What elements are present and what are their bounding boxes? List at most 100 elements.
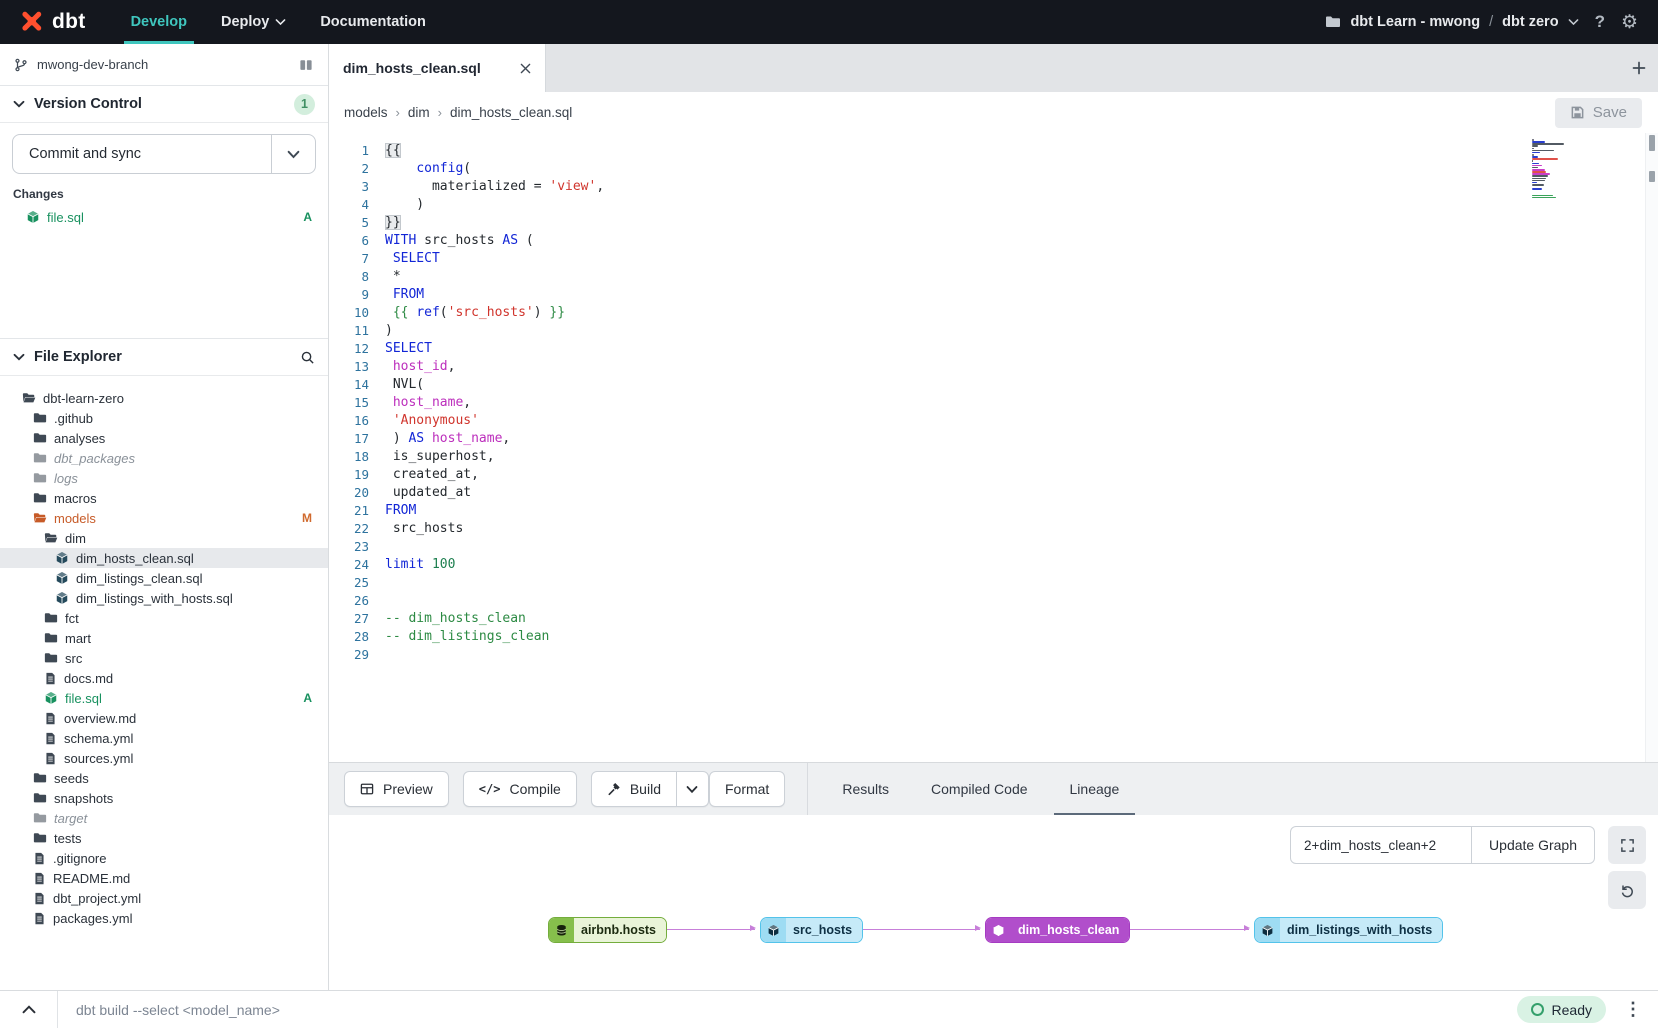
chevron-up-icon[interactable]: [0, 991, 58, 1028]
tab-compiled-code[interactable]: Compiled Code: [929, 763, 1030, 816]
docs-panes-icon[interactable]: [298, 58, 314, 72]
tree-item[interactable]: sources.yml: [0, 748, 328, 768]
code-line[interactable]: 16 'Anonymous': [333, 411, 1658, 429]
code-line[interactable]: 1{{: [333, 141, 1658, 159]
kebab-menu-icon[interactable]: ⋮: [1624, 999, 1642, 1020]
breadcrumb-dim[interactable]: dim: [408, 105, 430, 120]
code-line[interactable]: 2 config(: [333, 159, 1658, 177]
account-selector[interactable]: dbt Learn - mwong / dbt zero: [1325, 14, 1578, 30]
tree-item[interactable]: dbt_packages: [0, 448, 328, 468]
tree-item[interactable]: file.sqlA: [0, 688, 328, 708]
breadcrumb-file[interactable]: dim_hosts_clean.sql: [450, 105, 572, 120]
code-line[interactable]: 24limit 100: [333, 555, 1658, 573]
code-line[interactable]: 19 created_at,: [333, 465, 1658, 483]
commit-options-chevron[interactable]: [271, 135, 315, 173]
breadcrumb-models[interactable]: models: [344, 105, 388, 120]
compile-button[interactable]: </> Compile: [463, 771, 577, 807]
lineage-node[interactable]: dim_hosts_clean: [985, 917, 1130, 943]
tree-item[interactable]: dim_listings_clean.sql: [0, 568, 328, 588]
tree-item[interactable]: src: [0, 648, 328, 668]
nav-documentation[interactable]: Documentation: [303, 0, 443, 44]
tree-item[interactable]: README.md: [0, 868, 328, 888]
tab-dim-hosts-clean[interactable]: dim_hosts_clean.sql: [329, 44, 546, 92]
tree-item[interactable]: schema.yml: [0, 728, 328, 748]
tree-item[interactable]: dim_listings_with_hosts.sql: [0, 588, 328, 608]
nav-develop[interactable]: Develop: [114, 0, 204, 44]
code-line[interactable]: 15 host_name,: [333, 393, 1658, 411]
preview-button[interactable]: Preview: [344, 771, 449, 807]
tree-item[interactable]: analyses: [0, 428, 328, 448]
tree-item[interactable]: seeds: [0, 768, 328, 788]
format-button[interactable]: Format: [709, 771, 785, 807]
code-line[interactable]: 28-- dim_listings_clean: [333, 627, 1658, 645]
status-text: Ready: [1552, 1002, 1592, 1018]
code-line[interactable]: 22 src_hosts: [333, 519, 1658, 537]
code-line[interactable]: 8 *: [333, 267, 1658, 285]
command-input[interactable]: [58, 991, 1517, 1028]
minimap[interactable]: [1532, 139, 1590, 201]
tree-item[interactable]: dim: [0, 528, 328, 548]
tree-item[interactable]: packages.yml: [0, 908, 328, 928]
tree-item[interactable]: target: [0, 808, 328, 828]
code-line[interactable]: 11): [333, 321, 1658, 339]
lineage-node[interactable]: src_hosts: [760, 917, 863, 943]
lineage-node[interactable]: airbnb.hosts: [548, 917, 667, 943]
code-line[interactable]: 21FROM: [333, 501, 1658, 519]
commit-and-sync-button[interactable]: Commit and sync: [12, 134, 316, 174]
code-line[interactable]: 7 SELECT: [333, 249, 1658, 267]
code-line[interactable]: 23: [333, 537, 1658, 555]
code-line[interactable]: 18 is_superhost,: [333, 447, 1658, 465]
code-line[interactable]: 26: [333, 591, 1658, 609]
tree-item[interactable]: dbt_project.yml: [0, 888, 328, 908]
code-line[interactable]: 4 ): [333, 195, 1658, 213]
tree-item[interactable]: dim_hosts_clean.sql: [0, 548, 328, 568]
code-line[interactable]: 20 updated_at: [333, 483, 1658, 501]
lineage-node[interactable]: dim_listings_with_hosts: [1254, 917, 1443, 943]
tree-item[interactable]: tests: [0, 828, 328, 848]
search-icon[interactable]: [300, 350, 315, 365]
tree-item[interactable]: fct: [0, 608, 328, 628]
new-tab-plus-icon[interactable]: [1632, 44, 1646, 92]
tree-item[interactable]: .github: [0, 408, 328, 428]
tree-item[interactable]: docs.md: [0, 668, 328, 688]
tree-item[interactable]: overview.md: [0, 708, 328, 728]
folder-icon: [33, 431, 47, 445]
nav-deploy[interactable]: Deploy: [204, 0, 303, 44]
code-line[interactable]: 5}}: [333, 213, 1658, 231]
code-line[interactable]: 14 NVL(: [333, 375, 1658, 393]
tree-item[interactable]: dbt-learn-zero: [0, 388, 328, 408]
code-line[interactable]: 13 host_id,: [333, 357, 1658, 375]
dbt-logo[interactable]: dbt: [0, 0, 114, 44]
code-line[interactable]: 9 FROM: [333, 285, 1658, 303]
version-control-header[interactable]: Version Control 1: [0, 86, 328, 123]
code-line[interactable]: 17 ) AS host_name,: [333, 429, 1658, 447]
status-badge[interactable]: Ready: [1517, 996, 1606, 1023]
file-explorer-header[interactable]: File Explorer: [0, 339, 328, 376]
build-options-chevron[interactable]: [677, 771, 709, 807]
code-line[interactable]: 25: [333, 573, 1658, 591]
code-line[interactable]: 27-- dim_hosts_clean: [333, 609, 1658, 627]
tree-item[interactable]: mart: [0, 628, 328, 648]
code-line[interactable]: 12SELECT: [333, 339, 1658, 357]
code-line[interactable]: 10 {{ ref('src_hosts') }}: [333, 303, 1658, 321]
tree-item[interactable]: snapshots: [0, 788, 328, 808]
editor-scrollbar[interactable]: [1645, 133, 1658, 762]
tab-lineage[interactable]: Lineage: [1068, 763, 1122, 816]
help-icon[interactable]: ?: [1595, 12, 1605, 32]
code-line[interactable]: 29: [333, 645, 1658, 663]
build-button[interactable]: Build: [591, 771, 677, 807]
code-editor[interactable]: 1{{2 config(3 materialized = 'view',4 )5…: [329, 133, 1658, 762]
tree-item[interactable]: .gitignore: [0, 848, 328, 868]
code-line[interactable]: 3 materialized = 'view',: [333, 177, 1658, 195]
tree-item[interactable]: logs: [0, 468, 328, 488]
save-button[interactable]: Save: [1555, 98, 1642, 128]
tab-results[interactable]: Results: [840, 763, 891, 816]
tree-item[interactable]: modelsM: [0, 508, 328, 528]
file-icon: [44, 672, 57, 685]
close-icon[interactable]: [520, 63, 531, 74]
changed-file-row[interactable]: file.sql A: [0, 206, 328, 228]
tree-item[interactable]: macros: [0, 488, 328, 508]
gear-icon[interactable]: ⚙: [1621, 13, 1638, 32]
code-line[interactable]: 6WITH src_hosts AS (: [333, 231, 1658, 249]
branch-bar[interactable]: mwong-dev-branch: [0, 44, 328, 86]
